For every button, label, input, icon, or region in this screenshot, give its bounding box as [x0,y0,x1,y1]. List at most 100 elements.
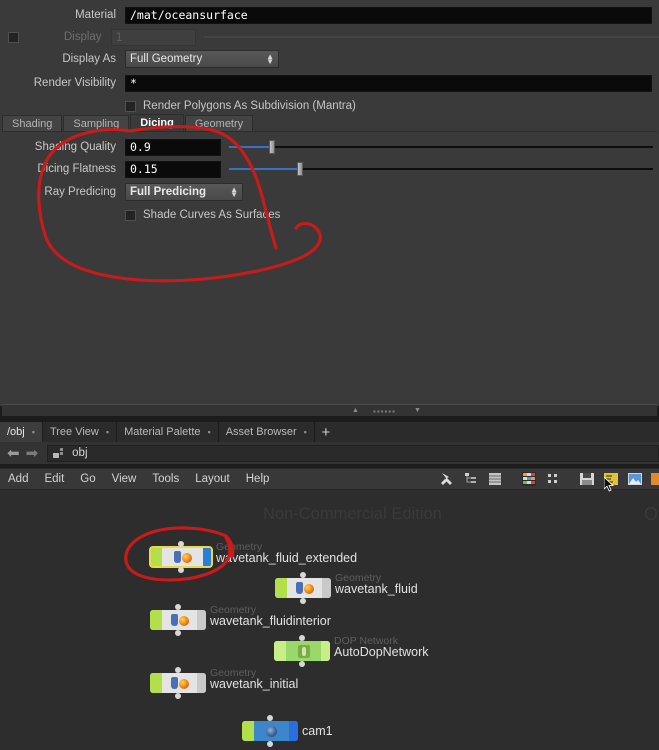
menu-help[interactable]: Help [238,468,278,490]
network-tab-material-palette[interactable]: Material Palette ▪ [117,422,219,442]
geometry-node-icon [171,551,195,563]
network-tab-obj[interactable]: /obj ▪ [0,422,43,442]
node-flag-strip-left[interactable] [242,721,254,741]
menu-edit[interactable]: Edit [36,468,72,490]
ray-predicing-dropdown[interactable]: Full Predicing ▲ ▼ [125,183,243,201]
node-body[interactable] [275,578,331,598]
node-output-connector[interactable] [300,598,306,604]
node-input-connector[interactable] [267,715,273,721]
shading-quality-label: Shading Quality [34,141,116,153]
tree-layout-icon[interactable] [463,471,479,487]
tab-dicing[interactable]: Dicing [130,114,184,131]
node-flag-strip-right[interactable] [321,641,330,661]
param-row-display: Display 1 [0,26,659,48]
node-input-connector[interactable] [300,572,306,578]
node-flag-strip-left[interactable] [150,610,162,630]
new-tab-button[interactable]: + [315,422,337,442]
render-visibility-label: Render Visibility [33,77,116,89]
splitter-grip-icon[interactable]: ▪▪▪▪▪▪ [373,407,396,416]
display-slider[interactable] [203,30,659,44]
close-icon[interactable]: ▪ [304,427,307,437]
display-as-dropdown[interactable]: Full Geometry ▲ ▼ [125,50,279,68]
shading-quality-field[interactable]: 0.9 [125,138,221,156]
menu-go[interactable]: Go [72,468,103,490]
shade-curves-checkbox[interactable] [125,209,136,221]
network-icon [53,447,66,459]
tools-wrench-icon[interactable] [439,471,455,487]
display-checkbox[interactable] [8,31,19,43]
node-name-label: wavetank_fluidinterior [210,614,331,628]
color-grid-icon[interactable] [521,471,537,487]
node-output-connector[interactable] [175,630,181,636]
orange-panel-icon[interactable] [651,471,659,487]
dop-network-node-icon [297,644,310,658]
menu-tools[interactable]: Tools [144,468,187,490]
watermark-edge-text: O [643,504,658,524]
geometry-node-icon [293,582,317,594]
node-input-connector[interactable] [299,635,305,641]
close-icon[interactable]: ▪ [32,427,35,437]
node-body[interactable] [149,546,213,568]
subdivision-checkbox[interactable] [125,100,136,112]
node-name-label: cam1 [302,724,333,738]
network-tab-label: Asset Browser [225,426,297,438]
tab-shading[interactable]: Shading [2,115,63,131]
list-layout-icon[interactable] [487,471,503,487]
tab-geometry[interactable]: Geometry [184,115,254,131]
close-icon[interactable]: ▪ [208,427,211,437]
node-flag-strip-right[interactable] [197,610,206,630]
tab-sampling[interactable]: Sampling [63,115,130,131]
node-body[interactable] [150,673,206,693]
forward-arrow-icon[interactable]: ➡ [26,444,39,462]
node-output-connector[interactable] [175,693,181,699]
node-body[interactable] [274,641,330,661]
render-visibility-field[interactable]: * [125,74,652,92]
param-row-dicing-flatness: Dicing Flatness 0.15 [0,158,659,180]
network-editor-canvas[interactable]: Non-Commercial Edition O Geometry waveta… [0,490,659,750]
node-flag-strip-right[interactable] [289,721,298,741]
node-flag-strip-left[interactable] [274,641,286,661]
pane-splitter[interactable] [2,404,657,416]
shading-quality-handle[interactable] [269,140,275,154]
material-field[interactable]: /mat/oceansurface [125,6,652,24]
network-toolbar [439,468,659,490]
node-flag-strip-right[interactable] [322,578,331,598]
node-flag-strip-left[interactable] [150,547,162,567]
network-tab-asset-browser[interactable]: Asset Browser ▪ [219,422,315,442]
node-output-connector[interactable] [267,741,273,747]
shading-quality-slider[interactable] [229,140,653,154]
menu-view[interactable]: View [104,468,145,490]
save-icon[interactable] [579,471,595,487]
node-body[interactable] [150,610,206,630]
display-as-label: Display As [62,53,116,65]
node-flag-strip-right[interactable] [197,673,206,693]
node-output-connector[interactable] [299,661,305,667]
node-flag-strip-right[interactable] [203,547,212,567]
node-input-connector[interactable] [178,541,184,547]
dicing-flatness-field[interactable]: 0.15 [125,160,221,178]
chevron-updown-icon: ▲ ▼ [230,185,238,199]
back-arrow-icon[interactable]: ⬅ [7,444,20,462]
splitter-collapse-up-icon[interactable]: ▲ [352,407,359,414]
node-icon-area [162,610,197,630]
node-input-connector[interactable] [175,667,181,673]
node-body[interactable] [242,721,298,741]
path-input[interactable]: obj [47,444,659,462]
menu-layout[interactable]: Layout [187,468,238,490]
node-input-connector[interactable] [175,604,181,610]
close-icon[interactable]: ▪ [106,427,109,437]
splitter-collapse-down-icon[interactable]: ▼ [414,407,421,414]
snap-grid-icon[interactable] [545,471,561,487]
node-name-label: wavetank_fluid [335,582,418,596]
node-flag-strip-left[interactable] [275,578,287,598]
shade-curves-checkbox-group[interactable]: Shade Curves As Surfaces [125,209,280,221]
display-field[interactable]: 1 [110,28,196,46]
dicing-flatness-slider[interactable] [229,162,653,176]
dicing-flatness-handle[interactable] [297,162,303,176]
node-output-connector[interactable] [178,567,184,573]
menu-add[interactable]: Add [0,468,36,490]
subdivision-checkbox-group[interactable]: Render Polygons As Subdivision (Mantra) [125,100,356,112]
network-tab-tree-view[interactable]: Tree View ▪ [43,422,118,442]
image-background-icon[interactable] [627,471,643,487]
node-flag-strip-left[interactable] [150,673,162,693]
